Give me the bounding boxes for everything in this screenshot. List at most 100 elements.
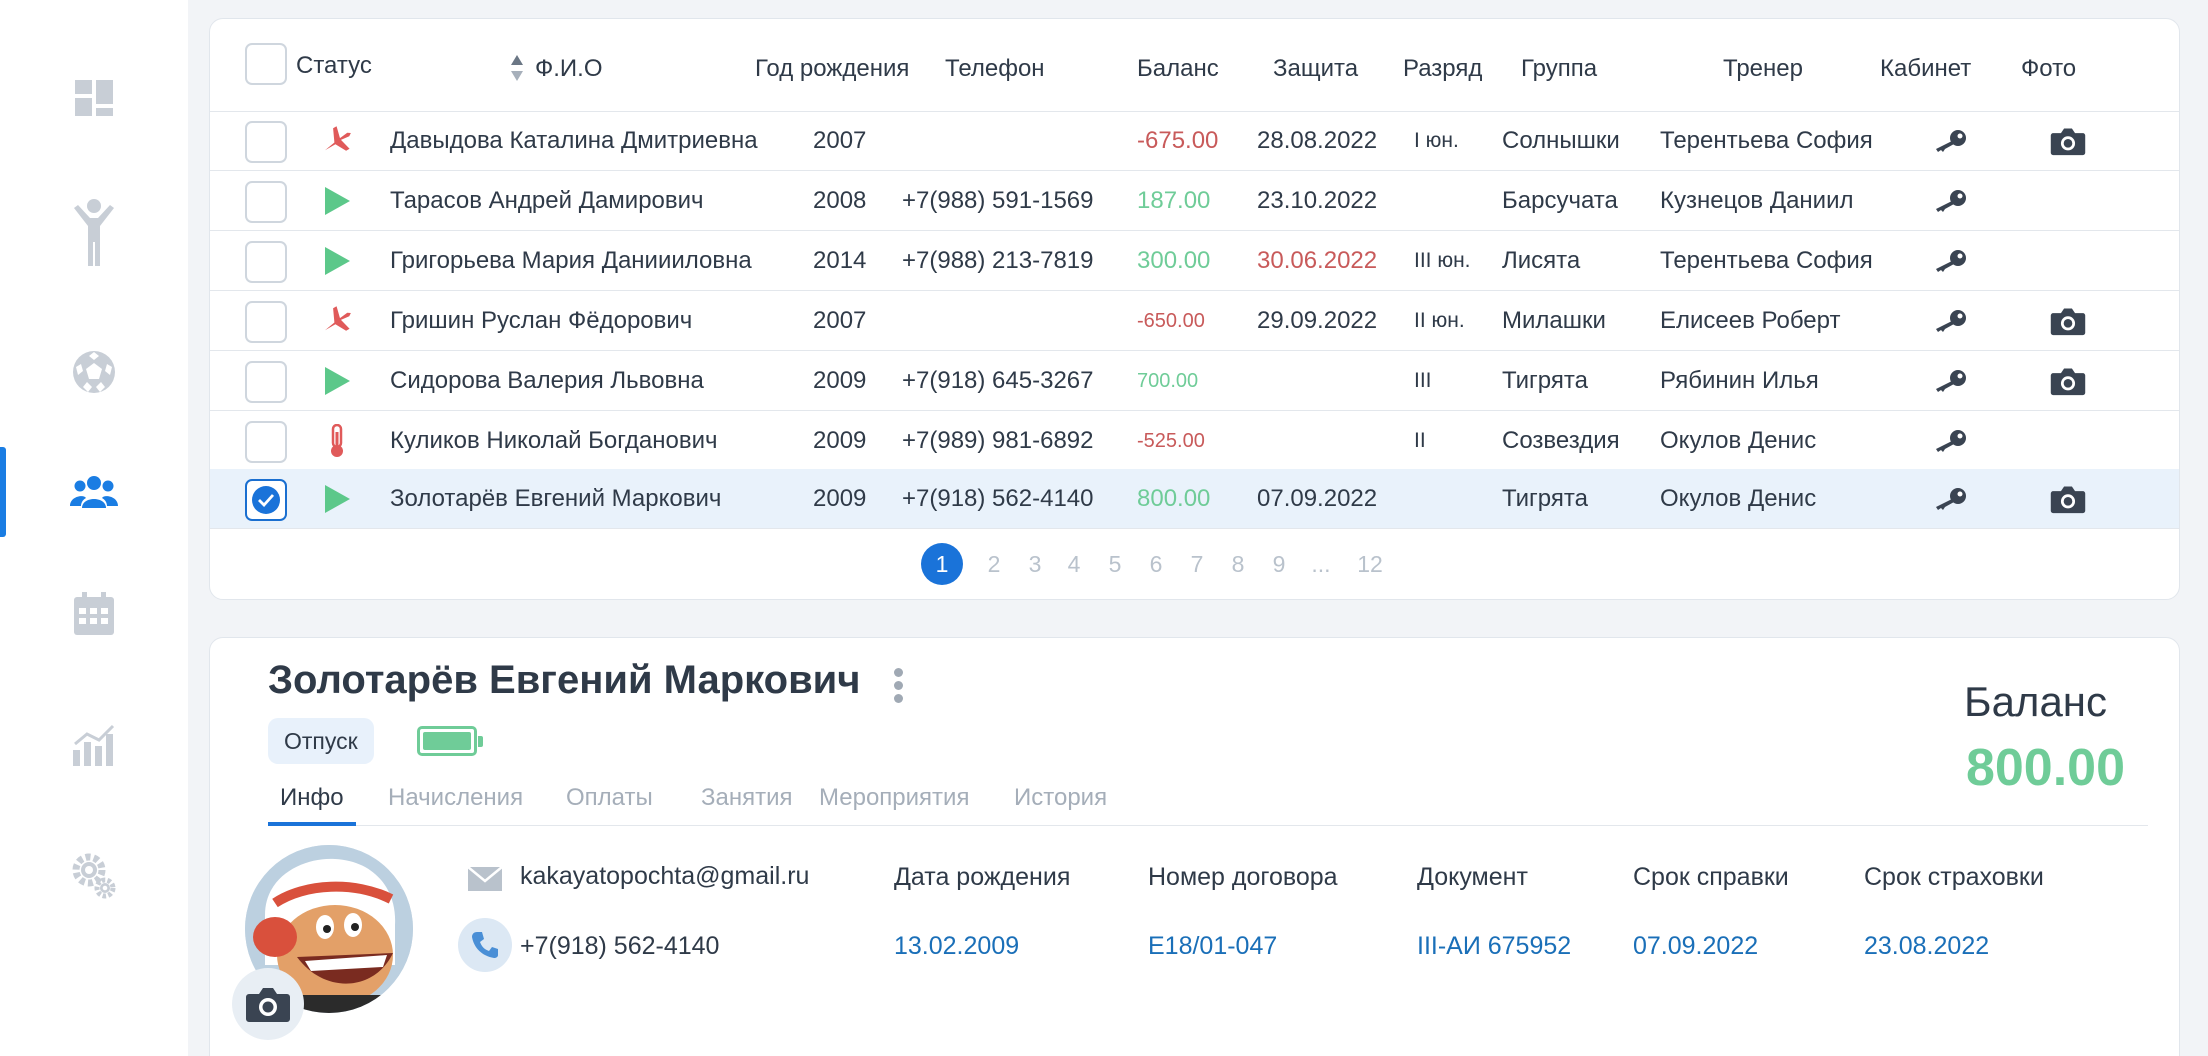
status-play-icon (320, 365, 354, 397)
cell-name[interactable]: Григорьева Мария Даниииловна (390, 231, 752, 291)
info-label-document: Документ (1417, 863, 1528, 891)
tab-history[interactable]: История (1014, 778, 1107, 826)
table-row[interactable]: Сидорова Валерия Львовна 2009 +7(918) 645-… (210, 351, 2179, 411)
tab-info[interactable]: Инфо (268, 778, 356, 826)
cabinet-key-icon[interactable] (1932, 245, 1968, 277)
row-checkbox[interactable] (245, 361, 287, 403)
row-checkbox[interactable] (245, 421, 287, 463)
row-checkbox[interactable] (245, 181, 287, 223)
cell-trainer: Елисеев Роберт (1660, 307, 1841, 334)
header-status[interactable]: Статус (296, 52, 372, 80)
cell-trainer: Терентьева София (1660, 127, 1873, 154)
status-plane-icon (320, 305, 354, 337)
cabinet-key-icon[interactable] (1932, 185, 1968, 217)
cabinet-key-icon[interactable] (1932, 365, 1968, 397)
client-name: Золотарёв Евгений Маркович (268, 658, 861, 702)
client-email[interactable]: kakayatopochta@gmail.ru (520, 862, 809, 891)
cell-name[interactable]: Тарасов Андрей Дамирович (390, 171, 704, 231)
sidebar-item-reports[interactable] (0, 700, 188, 790)
photo-camera-icon[interactable] (2050, 125, 2086, 157)
table-row[interactable]: Гришин Руслан Фёдорович 2007 -650.00 29.09.… (210, 291, 2179, 351)
header-cabinet[interactable]: Кабинет (1880, 55, 1971, 83)
header-group[interactable]: Группа (1521, 55, 1597, 83)
more-menu-icon[interactable] (894, 668, 904, 704)
dashboard-icon (75, 80, 113, 116)
sidebar-item-clients[interactable] (0, 447, 188, 537)
cabinet-key-icon[interactable] (1932, 425, 1968, 457)
tab-charges[interactable]: Начисления (388, 778, 523, 826)
sidebar-item-calendar[interactable] (0, 569, 188, 659)
cabinet-key-icon[interactable] (1932, 483, 1968, 515)
cell-birth-year: 2009 (813, 427, 867, 454)
tab-payments[interactable]: Оплаты (566, 778, 653, 826)
phone-icon[interactable] (458, 918, 512, 972)
page-button[interactable]: 7 (1176, 543, 1218, 585)
page-button[interactable]: 1 (921, 543, 963, 585)
sidebar-item-dashboard[interactable] (0, 53, 188, 143)
page-button[interactable]: 4 (1053, 543, 1095, 585)
header-rank[interactable]: Разряд (1403, 55, 1482, 83)
row-checkbox[interactable] (245, 241, 287, 283)
table-row[interactable]: Давыдова Каталина Дмитриевна 2007 -675.00 2… (210, 111, 2179, 171)
change-photo-button[interactable] (232, 968, 304, 1040)
sidebar-item-sports[interactable] (0, 327, 188, 417)
photo-camera-icon[interactable] (2050, 365, 2086, 397)
table-row[interactable]: Золотарёв Евгений Маркович 2009 +7(918) 56… (210, 469, 2179, 529)
cell-balance: 300.00 (1137, 247, 1211, 274)
cell-trainer: Окулов Денис (1660, 427, 1817, 454)
chart-icon (73, 724, 115, 766)
cabinet-key-icon[interactable] (1932, 305, 1968, 337)
header-photo[interactable]: Фото (2021, 55, 2076, 83)
header-birth-year[interactable]: Год рождения (755, 55, 909, 83)
header-protection[interactable]: Защита (1273, 55, 1358, 83)
page-button[interactable]: 3 (1014, 543, 1056, 585)
header-phone[interactable]: Телефон (945, 55, 1045, 83)
table-row[interactable]: Куликов Николай Богданович 2009 +7(989) 98… (210, 411, 2179, 471)
page-button[interactable]: 8 (1217, 543, 1259, 585)
status-chip[interactable]: Отпуск (268, 718, 374, 764)
row-checkbox[interactable] (245, 479, 287, 521)
cell-trainer: Окулов Денис (1660, 485, 1817, 512)
sort-arrows-icon[interactable] (510, 53, 524, 83)
sidebar-item-settings[interactable] (0, 830, 188, 920)
email-icon (465, 864, 505, 894)
page-button[interactable]: 5 (1094, 543, 1136, 585)
photo-camera-icon[interactable] (2050, 483, 2086, 515)
tab-lessons[interactable]: Занятия (701, 778, 793, 826)
header-trainer[interactable]: Тренер (1723, 55, 1803, 83)
table-row[interactable]: Тарасов Андрей Дамирович 2008 +7(988) 591-… (210, 171, 2179, 231)
cell-trainer: Терентьева София (1660, 247, 1873, 274)
cell-balance: 187.00 (1137, 187, 1211, 214)
client-phone[interactable]: +7(918) 562-4140 (520, 932, 719, 961)
info-label-certificate: Срок справки (1633, 863, 1789, 891)
header-fio[interactable]: Ф.И.О (535, 55, 603, 83)
page-button[interactable]: 6 (1135, 543, 1177, 585)
cell-name[interactable]: Давыдова Каталина Дмитриевна (390, 111, 758, 171)
select-all-checkbox[interactable] (245, 43, 287, 85)
cell-name[interactable]: Гришин Руслан Фёдорович (390, 291, 692, 351)
cell-protection: 07.09.2022 (1257, 485, 1378, 512)
tab-events[interactable]: Мероприятия (819, 778, 969, 826)
cell-name[interactable]: Сидорова Валерия Львовна (390, 351, 704, 411)
photo-camera-icon[interactable] (2050, 305, 2086, 337)
cell-group: Созвездия (1502, 427, 1620, 454)
status-thermometer-icon (320, 424, 354, 457)
cabinet-key-icon[interactable] (1932, 125, 1968, 157)
cell-name[interactable]: Куликов Николай Богданович (390, 411, 718, 471)
cell-rank: II (1414, 429, 1426, 452)
sidebar (0, 0, 188, 1056)
cell-rank: II юн. (1414, 309, 1465, 332)
cell-balance: 700.00 (1137, 370, 1199, 392)
header-balance[interactable]: Баланс (1137, 55, 1219, 83)
cell-name[interactable]: Золотарёв Евгений Маркович (390, 469, 721, 529)
sidebar-item-athletes[interactable] (0, 188, 188, 278)
page-button[interactable]: 12 (1349, 543, 1391, 585)
table-row[interactable]: Григорьева Мария Даниииловна 2014 +7(988) … (210, 231, 2179, 291)
row-checkbox[interactable] (245, 301, 287, 343)
cell-balance: -525.00 (1137, 430, 1205, 452)
cell-protection: 29.09.2022 (1257, 307, 1378, 334)
cell-birth-year: 2009 (813, 485, 867, 512)
row-checkbox[interactable] (245, 121, 287, 163)
page-button[interactable]: 9 (1258, 543, 1300, 585)
page-button[interactable]: 2 (973, 543, 1015, 585)
